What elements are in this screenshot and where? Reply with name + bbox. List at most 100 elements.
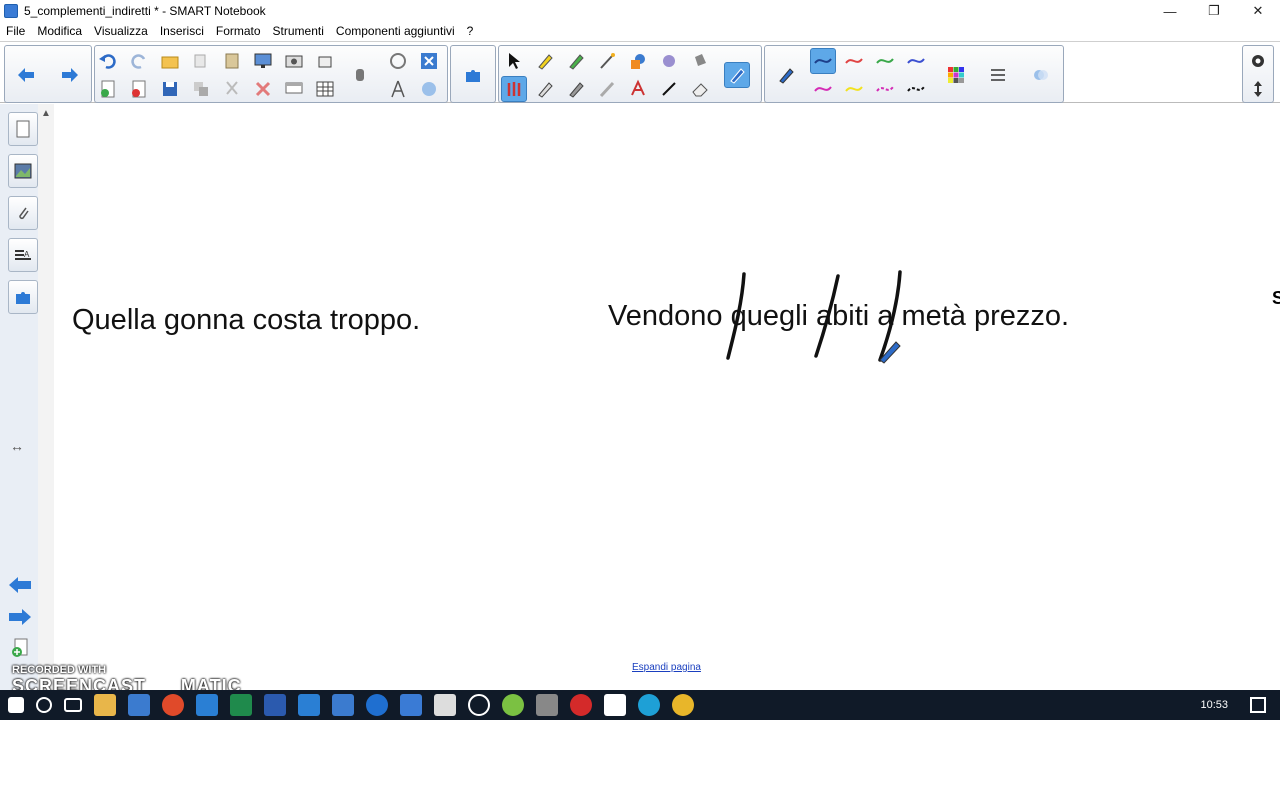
attachments-tab[interactable] xyxy=(8,196,38,230)
shapes-button[interactable] xyxy=(625,48,651,74)
copy-button[interactable] xyxy=(188,48,214,74)
minimize-button[interactable]: — xyxy=(1148,0,1192,22)
skype-icon[interactable] xyxy=(638,694,660,716)
addons-button[interactable] xyxy=(460,62,486,88)
line-button[interactable] xyxy=(656,76,682,102)
screenshot-button[interactable] xyxy=(281,48,307,74)
pencil-button[interactable] xyxy=(532,76,558,102)
next-page-button[interactable] xyxy=(57,62,83,88)
line-style-yellow[interactable] xyxy=(841,76,867,102)
line-style-magenta[interactable] xyxy=(810,76,836,102)
paste-button[interactable] xyxy=(219,48,245,74)
edge-icon[interactable] xyxy=(366,694,388,716)
text-button[interactable] xyxy=(625,76,651,102)
word-icon[interactable] xyxy=(264,694,286,716)
app-icon-5[interactable] xyxy=(502,694,524,716)
task-view-icon[interactable] xyxy=(64,698,82,712)
menu-strumenti[interactable]: Strumenti xyxy=(267,24,330,38)
rotate-button[interactable] xyxy=(312,48,338,74)
insert-table-button[interactable] xyxy=(312,76,338,102)
pen-type-button[interactable] xyxy=(773,62,799,88)
smart-notebook-taskbar-icon[interactable] xyxy=(400,694,422,716)
measure-tool-button[interactable] xyxy=(385,48,411,74)
creative-pen-button[interactable] xyxy=(563,48,589,74)
save-button[interactable] xyxy=(157,76,183,102)
previous-page-button[interactable] xyxy=(13,62,39,88)
menu-inserisci[interactable]: Inserisci xyxy=(154,24,210,38)
file-explorer-icon[interactable] xyxy=(94,694,116,716)
expand-page-link[interactable]: Espandi pagina xyxy=(632,662,701,673)
open-button[interactable] xyxy=(157,48,183,74)
menu-help[interactable]: ? xyxy=(461,24,480,38)
app-icon-4[interactable] xyxy=(468,694,490,716)
app-icon-1[interactable] xyxy=(128,694,150,716)
transparency-button[interactable] xyxy=(1028,62,1054,88)
move-tool-button[interactable] xyxy=(347,62,373,88)
app-icon-6[interactable] xyxy=(536,694,558,716)
dropbox-icon[interactable] xyxy=(298,694,320,716)
delete-button[interactable] xyxy=(250,76,276,102)
close-button[interactable]: ✕ xyxy=(1236,0,1280,22)
start-windows-icon[interactable] xyxy=(8,697,24,713)
line-style-dark-blue[interactable] xyxy=(810,48,836,74)
app-icon-3[interactable] xyxy=(332,694,354,716)
line-style-red[interactable] xyxy=(841,48,867,74)
menu-modifica[interactable]: Modifica xyxy=(31,24,88,38)
notifications-icon[interactable] xyxy=(1250,697,1266,713)
search-icon[interactable] xyxy=(36,697,52,713)
sentence-left[interactable]: Quella gonna costa troppo. xyxy=(72,304,420,337)
display-button[interactable] xyxy=(250,48,276,74)
group-button[interactable] xyxy=(188,76,214,102)
pens-button[interactable] xyxy=(501,76,527,102)
eraser-button[interactable] xyxy=(687,76,713,102)
excel-icon[interactable] xyxy=(230,694,252,716)
close-tool-button[interactable] xyxy=(416,48,442,74)
whiteboard-canvas[interactable]: Quella gonna costa troppo. Vendono quegl… xyxy=(54,104,1280,690)
screen-shade-button[interactable] xyxy=(281,76,307,102)
line-style-dashed-black[interactable] xyxy=(903,76,929,102)
toolbar-position-button[interactable] xyxy=(1245,76,1271,102)
properties-tab[interactable]: A xyxy=(8,238,38,272)
chrome-icon[interactable] xyxy=(672,694,694,716)
select-tool-button[interactable] xyxy=(501,48,527,74)
line-width-button[interactable] xyxy=(985,62,1011,88)
menu-file[interactable]: File xyxy=(0,24,31,38)
globe-button[interactable] xyxy=(416,76,442,102)
app-icon-7[interactable] xyxy=(604,694,626,716)
restore-button[interactable]: ❐ xyxy=(1192,0,1236,22)
sidebar-next-page-button[interactable] xyxy=(8,608,32,631)
system-clock[interactable]: 10:53 xyxy=(1200,690,1228,720)
cut-button[interactable] xyxy=(219,76,245,102)
resize-sidebar-icon[interactable]: ↔ xyxy=(10,438,24,454)
sidebar-add-page-button[interactable] xyxy=(10,638,30,663)
settings-button[interactable] xyxy=(1245,48,1271,74)
magic-pen-button[interactable] xyxy=(594,48,620,74)
calculator-icon[interactable] xyxy=(434,694,456,716)
scroll-up-icon[interactable]: ▲ xyxy=(41,108,51,119)
active-pen-button[interactable] xyxy=(724,62,750,88)
app-icon-2[interactable] xyxy=(196,694,218,716)
page-sorter-tab[interactable] xyxy=(8,112,38,146)
undo-button[interactable] xyxy=(95,48,121,74)
gallery-tab[interactable] xyxy=(8,154,38,188)
opera-icon[interactable] xyxy=(570,694,592,716)
fill-button[interactable] xyxy=(687,48,713,74)
redo-button[interactable] xyxy=(126,48,152,74)
menu-visualizza[interactable]: Visualizza xyxy=(88,24,154,38)
color-palette-button[interactable] xyxy=(943,62,969,88)
menu-formato[interactable]: Formato xyxy=(210,24,267,38)
line-style-green[interactable] xyxy=(872,48,898,74)
highlighter-button[interactable] xyxy=(532,48,558,74)
menu-componenti[interactable]: Componenti aggiuntivi xyxy=(330,24,461,38)
addons-tab[interactable] xyxy=(8,280,38,314)
brush-button[interactable] xyxy=(594,76,620,102)
add-page-button[interactable] xyxy=(95,76,121,102)
line-style-blue[interactable] xyxy=(903,48,929,74)
compass-button[interactable] xyxy=(385,76,411,102)
eraser-top-button[interactable] xyxy=(656,48,682,74)
sidebar-scrollbar[interactable]: ▲ xyxy=(38,104,54,690)
sidebar-prev-page-button[interactable] xyxy=(8,576,32,599)
delete-page-button[interactable] xyxy=(126,76,152,102)
line-style-dashed-magenta[interactable] xyxy=(872,76,898,102)
calligraphy-pen-button[interactable] xyxy=(563,76,589,102)
